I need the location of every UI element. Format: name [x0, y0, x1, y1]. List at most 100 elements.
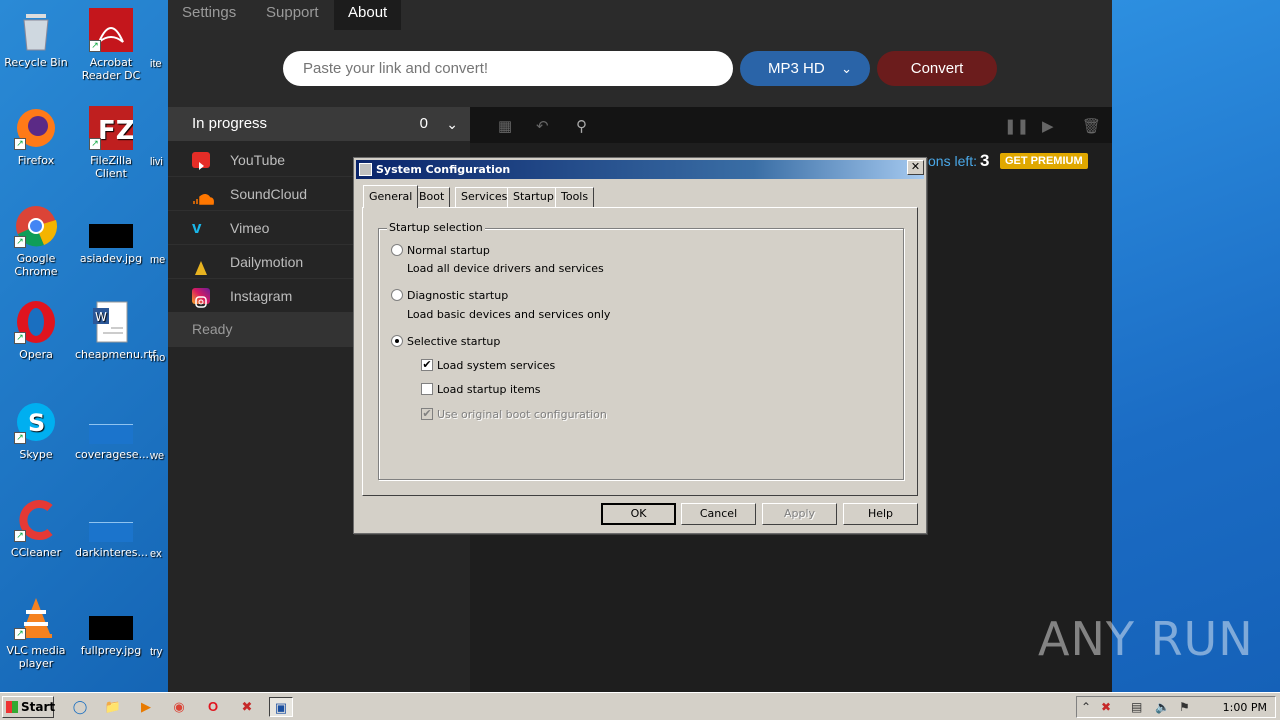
desktop-icon-cheapmenu[interactable]: W cheapmenu.rtf — [75, 300, 156, 361]
desktop-icon-fullprey[interactable]: fullprey.jpg — [75, 596, 147, 657]
sidebar-item-label: Dailymotion — [230, 254, 304, 270]
chrome-icon: ↗ — [14, 204, 58, 248]
chevron-down-icon: ⌄ — [446, 116, 458, 132]
desktop-icon-label: darkinteres... — [75, 546, 148, 559]
tab-boot[interactable]: Boot — [413, 187, 451, 207]
format-dropdown[interactable]: MP3 HD ⌄ — [740, 51, 870, 86]
clock[interactable]: 1:00 PM — [1223, 701, 1267, 714]
converter-tray-icon[interactable]: ✖ — [1101, 700, 1111, 714]
undo-icon[interactable]: ↶ — [536, 117, 549, 135]
desktop-icon-firefox[interactable]: ↗ Firefox — [0, 106, 72, 167]
help-button[interactable]: Help — [843, 503, 918, 525]
tab-general[interactable]: General — [363, 185, 419, 208]
desktop-icon-skype[interactable]: S ↗ Skype — [0, 400, 72, 461]
grid-view-icon[interactable]: ▦ — [498, 117, 512, 135]
explorer-folder-icon[interactable]: 📁 — [101, 697, 125, 717]
desktop-icon-label: Recycle Bin — [4, 56, 68, 69]
desktop-icon-ccleaner[interactable]: ↗ CCleaner — [0, 498, 72, 559]
shortcut-arrow-icon: ↗ — [14, 332, 26, 344]
tab-settings[interactable]: Settings — [168, 0, 250, 30]
diagnostic-startup-radio[interactable] — [391, 289, 403, 301]
shortcut-arrow-icon: ↗ — [14, 138, 26, 150]
desktop-icon-vlc[interactable]: ↗ VLC media player — [0, 596, 72, 670]
desktop-icon-filezilla[interactable]: FZ ↗ FileZilla Client — [75, 106, 147, 180]
start-button[interactable]: Start — [2, 696, 55, 718]
tab-support[interactable]: Support — [252, 0, 333, 30]
desktop-icon-label: FileZilla Client — [90, 154, 132, 180]
desktop-icon-label: cheapmenu.rtf — [75, 348, 157, 361]
trash-icon[interactable]: 🗑 — [1082, 117, 1101, 135]
cancel-button[interactable]: Cancel — [681, 503, 756, 525]
pause-icon[interactable]: ❚❚ — [1004, 117, 1029, 135]
desktop-icon-label: asiadev.jpg — [79, 252, 143, 265]
shortcut-arrow-icon: ↗ — [14, 432, 26, 444]
desktop-icon-label-partial: we — [150, 450, 165, 462]
in-progress-header[interactable]: In progress 0 ⌄ — [168, 107, 470, 141]
sidebar-item-label: SoundCloud — [230, 186, 308, 202]
selective-startup-label[interactable]: Selective startup — [407, 335, 500, 348]
file-icon — [89, 400, 133, 444]
ccleaner-icon: ↗ — [14, 498, 58, 542]
normal-startup-radio[interactable] — [391, 244, 403, 256]
play-icon[interactable]: ▶ — [1042, 117, 1054, 135]
link-input[interactable] — [283, 51, 733, 86]
desktop-icon-opera[interactable]: ↗ Opera — [0, 300, 72, 361]
use-original-boot-checkbox: ✔ — [421, 407, 433, 420]
filezilla-icon: FZ ↗ — [89, 106, 135, 150]
format-label: MP3 HD — [768, 60, 825, 77]
load-system-services-label[interactable]: Load system services — [437, 359, 555, 372]
speaker-icon[interactable]: 🔈 — [1155, 700, 1170, 714]
msconfig-icon — [359, 163, 372, 176]
tab-tools[interactable]: Tools — [555, 187, 595, 207]
desktop-icon-label: CCleaner — [10, 546, 62, 559]
desktop-icon-darkinteres[interactable]: darkinteres... — [75, 498, 148, 559]
desktop-icon-asiadev[interactable]: asiadev.jpg — [75, 204, 147, 265]
network-icon[interactable]: ▤ — [1131, 700, 1142, 714]
normal-startup-desc: Load all device drivers and services — [407, 262, 604, 275]
windows-logo-icon — [6, 701, 18, 713]
dailymotion-icon — [192, 254, 210, 275]
msconfig-icon[interactable]: ▣ — [269, 697, 293, 717]
desktop-icon-chrome[interactable]: ↗ Google Chrome — [0, 204, 72, 278]
shortcut-arrow-icon: ↗ — [89, 40, 101, 52]
selective-startup-radio[interactable] — [391, 335, 403, 347]
desktop-icon-label: fullprey.jpg — [80, 644, 142, 657]
in-progress-count: 0 — [419, 115, 428, 132]
media-player-icon[interactable]: ▶ — [134, 697, 158, 717]
opera-icon[interactable]: O — [201, 697, 225, 717]
chrome-icon[interactable]: ◉ — [167, 697, 191, 717]
chevron-up-icon[interactable]: ⌃ — [1081, 700, 1091, 714]
load-startup-items-label[interactable]: Load startup items — [437, 383, 541, 396]
convert-button[interactable]: Convert — [877, 51, 997, 86]
desktop-background-right — [1112, 0, 1280, 692]
diagnostic-startup-label[interactable]: Diagnostic startup — [407, 289, 508, 302]
ie-icon[interactable]: ◯ — [68, 697, 92, 717]
converter-app-icon[interactable]: ✖ — [235, 697, 259, 717]
close-button[interactable]: ✕ — [907, 160, 924, 175]
desktop-icon-label-partial: livi — [150, 156, 163, 168]
dialog-title-bar[interactable]: System Configuration — [356, 160, 924, 179]
image-file-icon — [89, 204, 133, 248]
system-tray: ⌃ ✖ ▤ 🔈 ⚑ 1:00 PM — [1076, 696, 1276, 718]
file-icon — [89, 498, 133, 542]
instagram-icon — [192, 288, 210, 308]
diagnostic-startup-desc: Load basic devices and services only — [407, 308, 611, 321]
normal-startup-label[interactable]: Normal startup — [407, 244, 490, 257]
chevron-down-icon: ⌄ — [841, 61, 852, 76]
tab-services[interactable]: Services — [455, 187, 514, 207]
load-system-services-checkbox[interactable]: ✔ — [421, 359, 433, 371]
firefox-icon: ↗ — [14, 106, 58, 150]
desktop-icon-coveragese[interactable]: coveragese... — [75, 400, 149, 461]
ok-button[interactable]: OK — [601, 503, 676, 525]
search-icon[interactable]: ⚲ — [576, 117, 587, 135]
desktop-icon-acrobat[interactable]: ↗ Acrobat Reader DC — [75, 8, 147, 82]
get-premium-button[interactable]: GET PREMIUM — [1000, 153, 1088, 169]
desktop-icon-recycle-bin[interactable]: Recycle Bin — [0, 8, 72, 69]
flag-icon[interactable]: ⚑ — [1179, 700, 1190, 714]
app-tab-bar: Settings Support About — [168, 0, 1112, 30]
svg-text:S: S — [28, 409, 45, 437]
load-startup-items-checkbox[interactable] — [421, 383, 433, 395]
desktop-icon-label-partial: mo — [150, 352, 166, 364]
tab-startup[interactable]: Startup — [507, 187, 560, 207]
tab-about[interactable]: About — [334, 0, 402, 30]
